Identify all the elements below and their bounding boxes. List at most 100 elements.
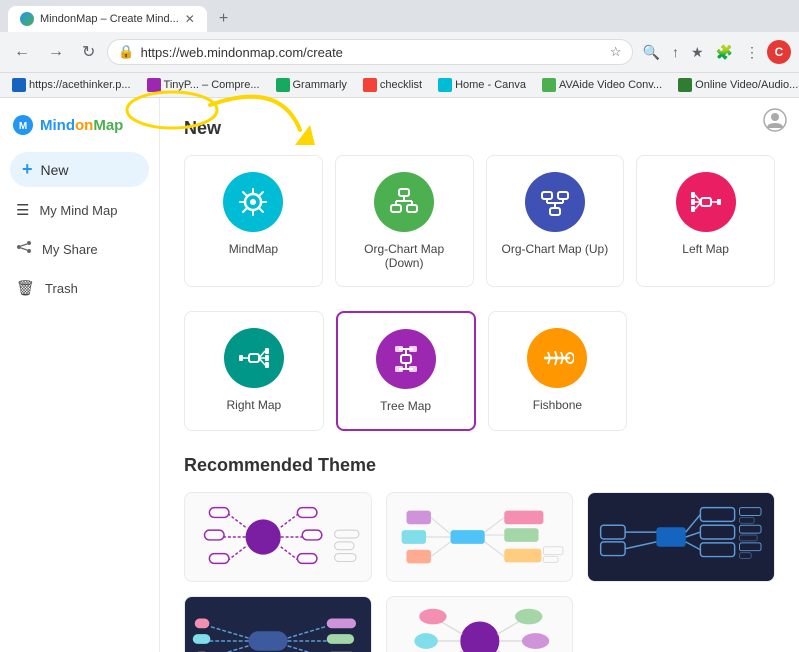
map-card-treemap[interactable]: Tree Map (336, 311, 476, 431)
map-card-rightmap[interactable]: Right Map (184, 311, 324, 431)
theme-card-5[interactable] (386, 596, 574, 652)
settings-icon-btn[interactable]: ⋮ (741, 40, 763, 65)
main-content: New MindMap (160, 98, 799, 652)
orgdown-icon-circle (374, 172, 434, 232)
rightmap-icon (237, 341, 271, 375)
bookmark-favicon (12, 78, 26, 92)
star-icon[interactable]: ☆ (610, 44, 622, 60)
theme-card-1[interactable] (184, 492, 372, 582)
tab-close-btn[interactable]: ✕ (185, 12, 195, 26)
rightmap-icon-circle (224, 328, 284, 388)
sidebar-trash-label: Trash (45, 281, 78, 296)
bookmark-favicon (147, 78, 161, 92)
mymindmap-icon: ☰ (16, 201, 29, 219)
recommended-section-title: Recommended Theme (184, 455, 775, 476)
rightmap-label: Right Map (227, 398, 282, 412)
treemap-icon-circle (376, 329, 436, 389)
bookmark-favicon (438, 78, 452, 92)
search-icon-btn[interactable]: 🔍 (639, 40, 664, 65)
map-card-orgdown[interactable]: Org-Chart Map (Down) (335, 155, 474, 287)
theme-grid (184, 492, 775, 652)
treemap-label: Tree Map (380, 399, 431, 413)
map-card-orgup[interactable]: Org-Chart Map (Up) (486, 155, 625, 287)
orgdown-icon (387, 185, 421, 219)
browser-tab[interactable]: MindonMap – Create Mind... ✕ (8, 6, 207, 32)
logo: M MindonMap (0, 106, 159, 148)
nav-bar: ← → ↻ 🔒 https://web.mindonmap.com/create… (0, 32, 799, 72)
new-button[interactable]: + New (10, 152, 149, 187)
bookmark-item[interactable]: checklist (359, 76, 426, 94)
map-card-leftmap[interactable]: Left Map (636, 155, 775, 287)
maps-grid-row2: Right Map (184, 311, 627, 431)
leftmap-icon (689, 185, 723, 219)
map-card-mindmap[interactable]: MindMap (184, 155, 323, 287)
refresh-button[interactable]: ↻ (76, 38, 101, 66)
theme-preview-4 (185, 597, 371, 652)
sidebar-item-myshare[interactable]: My Share (0, 229, 159, 269)
orgup-label: Org-Chart Map (Up) (502, 242, 609, 256)
url-text: https://web.mindonmap.com/create (141, 45, 604, 60)
bookmark-item[interactable]: AVAide Video Conv... (538, 76, 666, 94)
browser-profile-avatar[interactable]: C (767, 40, 791, 64)
treemap-icon (389, 342, 423, 376)
mindmap-icon (236, 185, 270, 219)
maps-grid-row1: MindMap Org-Chart Map (Down) (184, 155, 775, 287)
bookmark-item[interactable]: Online Video/Audio... (674, 76, 799, 94)
trash-icon: 🗑 (16, 279, 35, 297)
lock-icon: 🔒 (118, 44, 134, 60)
app-container: M MindonMap + New ☰ My Mind Map (0, 98, 799, 652)
new-label: New (41, 162, 69, 178)
theme-preview-2 (387, 493, 573, 581)
tab-bar: MindonMap – Create Mind... ✕ + (0, 0, 799, 32)
sidebar: M MindonMap + New ☰ My Mind Map (0, 98, 160, 652)
new-section-title: New (184, 118, 775, 139)
bookmark-favicon (542, 78, 556, 92)
orgup-icon-circle (525, 172, 585, 232)
bookmarks-bar: https://acethinker.p... TinyP... – Compr… (0, 72, 799, 97)
bookmark-favicon (276, 78, 290, 92)
leftmap-label: Left Map (682, 242, 729, 256)
orgup-icon (538, 185, 572, 219)
tab-favicon (20, 12, 34, 26)
orgdown-label: Org-Chart Map (Down) (344, 242, 465, 270)
fishbone-label: Fishbone (533, 398, 582, 412)
user-profile-icon[interactable] (763, 108, 787, 135)
new-tab-button[interactable]: + (211, 6, 236, 32)
bookmark-favicon (363, 78, 377, 92)
theme-preview-1 (185, 493, 371, 581)
share-icon-btn[interactable]: ↑ (668, 40, 683, 64)
fishbone-icon (540, 341, 574, 375)
svg-text:M: M (19, 121, 27, 132)
theme-card-4[interactable] (184, 596, 372, 652)
sidebar-item-mymindmap[interactable]: ☰ My Mind Map (0, 191, 159, 229)
sidebar-item-trash[interactable]: 🗑 Trash (0, 269, 159, 307)
url-bar[interactable]: 🔒 https://web.mindonmap.com/create ☆ (107, 39, 632, 65)
theme-preview-3 (588, 493, 774, 581)
bookmark-item[interactable]: TinyP... – Compre... (143, 76, 264, 94)
bookmark-icon-btn[interactable]: ★ (687, 40, 708, 65)
mindmap-icon-circle (223, 172, 283, 232)
bookmark-favicon (678, 78, 692, 92)
mindmap-label: MindMap (229, 242, 278, 256)
browser-chrome: MindonMap – Create Mind... ✕ + ← → ↻ 🔒 h… (0, 0, 799, 98)
tab-title: MindonMap – Create Mind... (40, 13, 179, 25)
theme-card-3[interactable] (587, 492, 775, 582)
bookmark-item[interactable]: https://acethinker.p... (8, 76, 135, 94)
bookmark-item[interactable]: Home - Canva (434, 76, 530, 94)
sidebar-myshare-label: My Share (42, 242, 98, 257)
myshare-icon (16, 239, 32, 259)
logo-icon: M (12, 114, 34, 136)
forward-button[interactable]: → (42, 39, 70, 65)
plus-icon: + (22, 159, 33, 180)
extension-icon-btn[interactable]: 🧩 (712, 40, 737, 65)
back-button[interactable]: ← (8, 39, 36, 65)
leftmap-icon-circle (676, 172, 736, 232)
theme-card-2[interactable] (386, 492, 574, 582)
map-card-fishbone[interactable]: Fishbone (488, 311, 628, 431)
fishbone-icon-circle (527, 328, 587, 388)
theme-preview-5 (387, 597, 573, 652)
sidebar-mymindmap-label: My Mind Map (39, 203, 117, 218)
browser-nav-icons: 🔍 ↑ ★ 🧩 ⋮ C (639, 40, 791, 65)
logo-text: MindonMap (40, 117, 123, 134)
bookmark-item[interactable]: Grammarly (272, 76, 351, 94)
